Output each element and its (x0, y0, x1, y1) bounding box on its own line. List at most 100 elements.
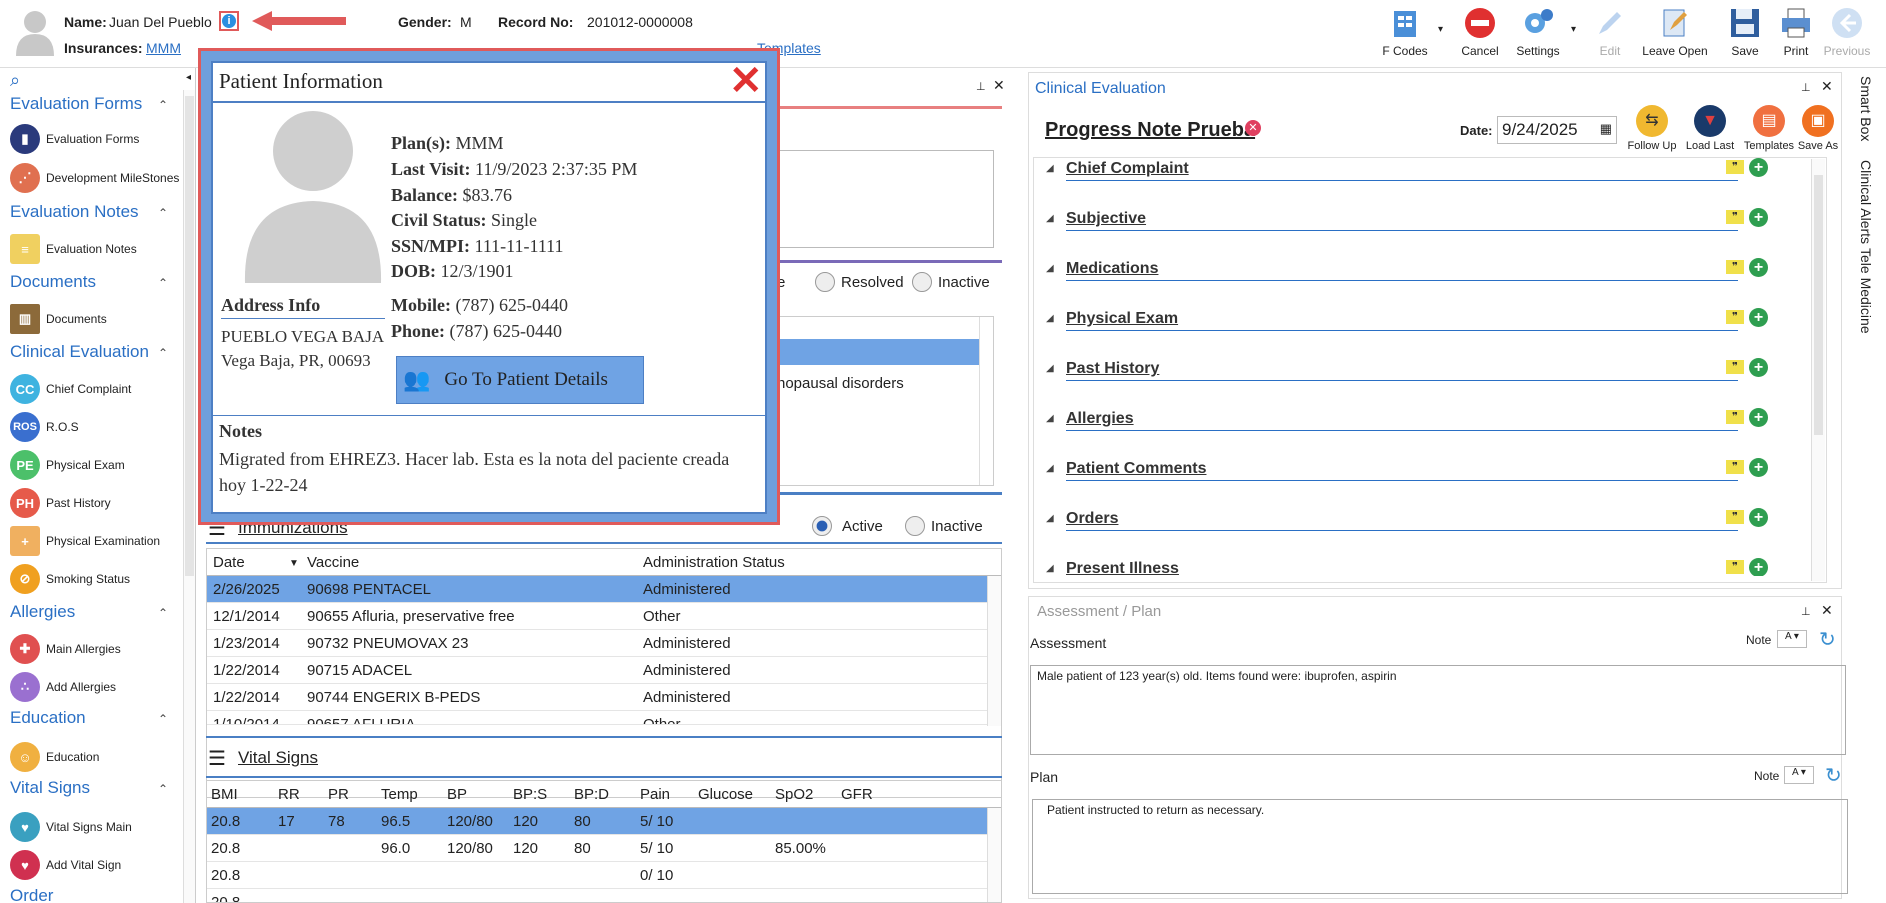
follow-up-button[interactable]: ⇆ Follow Up (1622, 105, 1682, 152)
column-temp[interactable]: Temp (381, 786, 418, 803)
templates-button[interactable]: ▤ Templates (1739, 105, 1799, 152)
note-template-dropdown[interactable]: A ▾ (1777, 630, 1807, 648)
chevron-up-icon[interactable]: ⌃ (158, 782, 168, 796)
sidebar-item-evaluation-forms[interactable]: ▮ Evaluation Forms (10, 124, 139, 154)
section-clinical-evaluation[interactable]: Clinical Evaluation (10, 342, 149, 362)
sidebar-item-add-allergies[interactable]: ∴ Add Allergies (10, 672, 116, 702)
quote-icon[interactable]: ❞ (1726, 160, 1744, 174)
plan-template-dropdown[interactable]: A ▾ (1784, 766, 1814, 784)
inactive-radio[interactable] (912, 272, 932, 292)
table-row[interactable]: 1/10/2014 90657 AFLURIA Other (207, 711, 987, 725)
sidebar-item-ros[interactable]: ROS R.O.S (10, 412, 79, 442)
table-row[interactable]: 1/23/2014 90732 PNEUMOVAX 23 Administered (207, 630, 987, 657)
sidebar-item-physical-exam[interactable]: PE Physical Exam (10, 450, 125, 480)
section-label[interactable]: Past History (1066, 360, 1159, 378)
chevron-up-icon[interactable]: ⌃ (158, 606, 168, 620)
column-date[interactable]: Date (213, 554, 245, 571)
sidebar-item-evaluation-notes[interactable]: ≡ Evaluation Notes (10, 234, 137, 264)
expand-icon[interactable]: ◢ (1046, 163, 1054, 174)
section-label[interactable]: Subjective (1066, 210, 1146, 228)
expand-icon[interactable]: ◢ (1046, 363, 1054, 374)
column-bmi[interactable]: BMI (211, 786, 238, 803)
tab-clinical-alerts[interactable]: Clinical Alerts (1858, 160, 1874, 244)
date-input[interactable]: 9/24/2025 ▦ (1497, 116, 1617, 144)
column-vaccine[interactable]: Vaccine (307, 554, 359, 571)
expand-icon[interactable]: ◢ (1046, 463, 1054, 474)
section-physical-exam[interactable]: ◢ Physical Exam ❞ + (1046, 308, 1768, 350)
chevron-up-icon[interactable]: ⌃ (158, 206, 168, 220)
close-icon[interactable]: ✕ (1821, 78, 1833, 95)
immun-inactive-radio[interactable] (905, 516, 925, 536)
column-bpd[interactable]: BP:D (574, 786, 609, 803)
expand-icon[interactable]: ◢ (1046, 263, 1054, 274)
sidebar-item-documents[interactable]: ▥ Documents (10, 304, 107, 334)
quote-icon[interactable]: ❞ (1726, 560, 1744, 574)
problem-list[interactable]: nopausal disorders (776, 316, 994, 486)
column-rr[interactable]: RR (278, 786, 300, 803)
quote-icon[interactable]: ❞ (1726, 360, 1744, 374)
add-icon[interactable]: + (1749, 358, 1768, 377)
sidebar-item-smoking-status[interactable]: ⊘ Smoking Status (10, 564, 130, 594)
add-icon[interactable]: + (1749, 258, 1768, 277)
eval-scrollbar[interactable] (1811, 159, 1825, 581)
table-row[interactable]: 20.8 17 78 96.5 120/80 120 80 5/ 10 (207, 808, 987, 835)
section-evaluation-notes[interactable]: Evaluation Notes (10, 202, 139, 222)
save-as-button[interactable]: ▣ Save As (1791, 105, 1845, 152)
expand-icon[interactable]: ◢ (1046, 563, 1054, 574)
table-row[interactable]: 20.8 96.0 120/80 120 80 5/ 10 85.00% (207, 835, 987, 862)
pin-icon[interactable]: ⊥ (976, 80, 986, 93)
table-row[interactable]: 20.8 (207, 889, 987, 902)
quote-icon[interactable]: ❞ (1726, 310, 1744, 324)
refresh-icon[interactable]: ↻ (1819, 627, 1836, 652)
fcodes-dropdown-icon[interactable]: ▾ (1438, 24, 1443, 35)
section-label[interactable]: Physical Exam (1066, 310, 1178, 328)
notes-textbox[interactable] (776, 150, 994, 248)
vitals-scrollbar[interactable] (987, 808, 1001, 902)
section-label[interactable]: Allergies (1066, 410, 1134, 428)
column-glucose[interactable]: Glucose (698, 786, 753, 803)
add-icon[interactable]: + (1749, 158, 1768, 177)
section-past-history[interactable]: ◢ Past History ❞ + (1046, 358, 1768, 400)
pin-icon[interactable]: ⊥ (1801, 605, 1811, 618)
section-vital-signs[interactable]: Vital Signs (10, 778, 90, 798)
leave-open-button[interactable]: Leave Open (1640, 6, 1710, 58)
column-spo2[interactable]: SpO2 (775, 786, 813, 803)
column-gfr[interactable]: GFR (841, 786, 873, 803)
add-icon[interactable]: + (1749, 408, 1768, 427)
quote-icon[interactable]: ❞ (1726, 410, 1744, 424)
section-label[interactable]: Medications (1066, 260, 1158, 278)
section-label[interactable]: Orders (1066, 510, 1118, 528)
close-icon[interactable]: ✕ (993, 77, 1005, 94)
column-status[interactable]: Administration Status (643, 554, 785, 571)
immun-active-radio[interactable] (812, 516, 832, 536)
table-row[interactable]: 20.8 0/ 10 (207, 862, 987, 889)
section-documents[interactable]: Documents (10, 272, 96, 292)
info-icon[interactable]: i (219, 11, 239, 31)
section-label[interactable]: Present Illness (1066, 560, 1179, 576)
table-row[interactable]: 1/22/2014 90715 ADACEL Administered (207, 657, 987, 684)
sidebar-item-vital-signs-main[interactable]: ♥ Vital Signs Main (10, 812, 132, 842)
calendar-icon[interactable]: ▦ (1600, 121, 1612, 137)
close-icon[interactable]: ✕ (729, 61, 763, 101)
column-pr[interactable]: PR (328, 786, 349, 803)
quote-icon[interactable]: ❞ (1726, 510, 1744, 524)
tab-smart-box[interactable]: Smart Box (1858, 76, 1874, 141)
add-icon[interactable]: + (1749, 458, 1768, 477)
section-allergies[interactable]: ◢ Allergies ❞ + (1046, 408, 1768, 450)
sidebar-item-education[interactable]: ☺ Education (10, 742, 99, 772)
section-chief-complaint[interactable]: ◢ Chief Complaint ❞ + (1046, 158, 1768, 200)
assessment-textbox[interactable]: Male patient of 123 year(s) old. Items f… (1030, 665, 1846, 755)
add-icon[interactable]: + (1749, 208, 1768, 227)
vital-signs-title[interactable]: Vital Signs (238, 748, 318, 768)
tab-tele-medicine[interactable]: Tele Medicine (1858, 248, 1874, 334)
previous-button[interactable]: Previous (1812, 6, 1882, 58)
hamburger-icon[interactable]: ☰ (208, 746, 226, 771)
column-pain[interactable]: Pain (640, 786, 670, 803)
section-label[interactable]: Chief Complaint (1066, 160, 1189, 178)
column-bps[interactable]: BP:S (513, 786, 547, 803)
section-evaluation-forms[interactable]: Evaluation Forms (10, 94, 142, 114)
chevron-up-icon[interactable]: ⌃ (158, 346, 168, 360)
section-education[interactable]: Education (10, 708, 86, 728)
add-icon[interactable]: + (1749, 308, 1768, 327)
table-row[interactable]: 2/26/2025 90698 PENTACEL Administered (207, 576, 987, 603)
